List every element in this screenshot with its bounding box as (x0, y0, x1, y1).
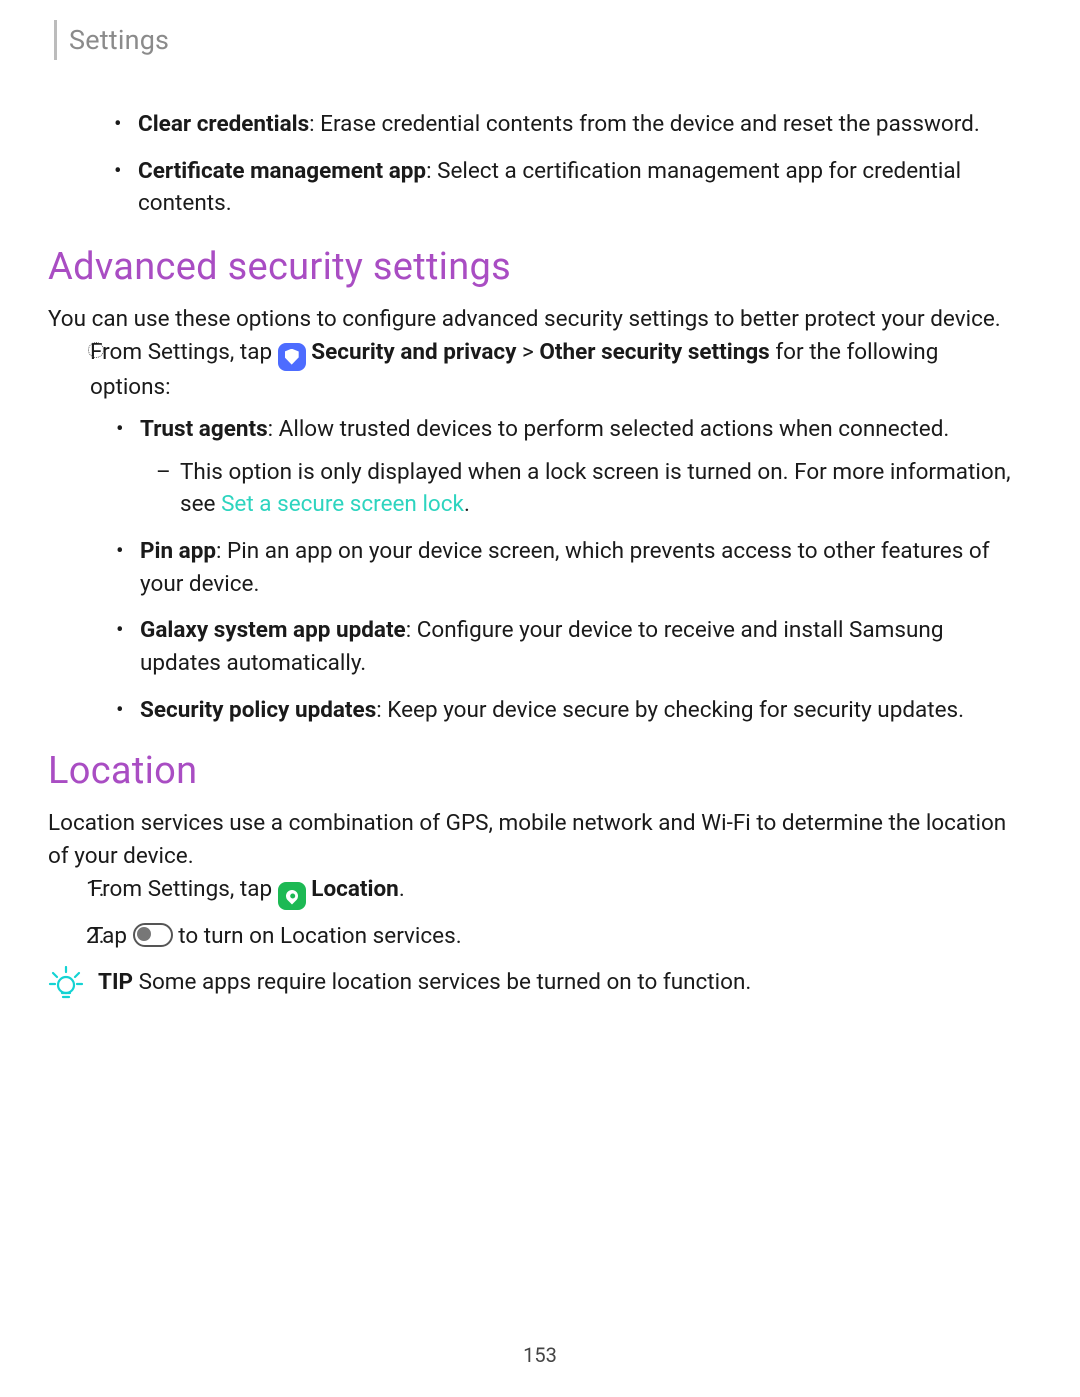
location-icon (278, 882, 306, 910)
header-rule: Settings (54, 20, 1020, 60)
text: From Settings, tap (90, 876, 278, 902)
text: > (516, 339, 539, 365)
text: to turn on Location services. (173, 923, 462, 949)
credential-bullets: Clear credentials: Erase credential cont… (48, 108, 1020, 220)
page-container: Settings Clear credentials: Erase creden… (0, 0, 1080, 1397)
location-intro: Location services use a combination of G… (48, 807, 1020, 872)
tip-body: Some apps require location services be t… (133, 969, 751, 995)
list-item: This option is only displayed when a loc… (180, 456, 1020, 521)
list-item: Clear credentials: Erase credential cont… (138, 108, 1020, 141)
list-item: Security policy updates: Keep your devic… (140, 694, 1020, 727)
text: Tap (90, 923, 133, 949)
list-item: From Settings, tap Location. (90, 873, 1020, 910)
term: Certificate management app (138, 158, 426, 184)
content-body: Clear credentials: Erase credential cont… (48, 108, 1020, 1002)
tip-label: TIP (98, 969, 133, 995)
list-item: Pin app: Pin an app on your device scree… (140, 535, 1020, 600)
heading-location: Location (48, 744, 1020, 799)
text: From Settings, tap (90, 339, 278, 365)
term: Pin app (140, 538, 216, 564)
link-set-secure-screen-lock[interactable]: Set a secure screen lock (221, 491, 464, 517)
desc: : Pin an app on your device screen, whic… (140, 538, 990, 597)
page-header-title: Settings (69, 24, 169, 56)
sub-list: This option is only displayed when a loc… (140, 456, 1020, 521)
term: Clear credentials (138, 111, 309, 137)
header: Settings (48, 20, 1020, 60)
security-privacy-icon (278, 343, 306, 371)
list-item: From Settings, tap Security and privacy … (90, 336, 1020, 727)
circle-marker-icon (88, 342, 104, 358)
desc: : Erase credential contents from the dev… (309, 111, 980, 137)
advanced-options: Trust agents: Allow trusted devices to p… (90, 413, 1020, 726)
tip-callout: TIP Some apps require location services … (48, 966, 1020, 1002)
page-number: 153 (0, 1343, 1080, 1367)
desc: : Keep your device secure by checking fo… (376, 697, 964, 723)
term: Trust agents (140, 416, 268, 442)
toggle-icon (133, 923, 173, 947)
tip-text: TIP Some apps require location services … (98, 966, 751, 999)
list-item: Trust agents: Allow trusted devices to p… (140, 413, 1020, 521)
location-steps: From Settings, tap Location. Tap to turn… (48, 873, 1020, 953)
term: Security policy updates (140, 697, 376, 723)
text-bold: Location (311, 876, 399, 902)
desc: : Allow trusted devices to perform selec… (268, 416, 950, 442)
list-item: Tap to turn on Location services. (90, 920, 1020, 953)
text-bold: Other security settings (539, 339, 769, 365)
advanced-lead: From Settings, tap Security and privacy … (48, 336, 1020, 727)
lightbulb-icon (48, 966, 84, 1002)
text: . (464, 491, 470, 517)
term: Galaxy system app update (140, 617, 406, 643)
text-bold: Security and privacy (311, 339, 516, 365)
heading-advanced-security: Advanced security settings (48, 240, 1020, 295)
list-item: Certificate management app: Select a cer… (138, 155, 1020, 220)
text: . (399, 876, 405, 902)
advanced-intro: You can use these options to configure a… (48, 303, 1020, 336)
list-item: Galaxy system app update: Configure your… (140, 614, 1020, 679)
